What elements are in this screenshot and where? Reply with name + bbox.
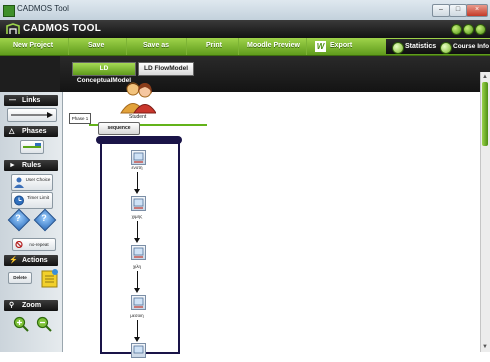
links-header[interactable]: — Links [4,95,58,106]
link-tool-button[interactable] [7,108,57,122]
course-info-icon[interactable] [440,42,452,54]
activity-icon [133,198,144,209]
menu-divider [126,38,127,55]
minimize-button[interactable]: – [432,4,450,17]
activity-icon [133,345,144,354]
flow-arrow-head [134,189,140,194]
rules-header[interactable]: ► Rules [4,160,58,171]
close-button[interactable]: × [466,4,488,17]
student-role-icon[interactable] [120,80,156,114]
flow-arrow-line [137,172,138,190]
actions-glyph-icon: ⚡ [9,257,18,264]
no-repeat-icon [15,241,23,248]
tab-ld-flow-model[interactable]: LD FlowModel [138,62,194,76]
note-icon[interactable] [41,268,59,288]
question-mark-icon: ? [15,213,21,223]
activity-node[interactable] [131,196,146,211]
actions-header[interactable]: ⚡ Actions [4,255,58,266]
export-button[interactable]: Export [330,42,352,49]
zoom-out-icon[interactable] [36,316,52,332]
export-w-icon[interactable]: W [315,41,326,52]
tab-band: LD ConceptualModel LD FlowModel [0,56,490,92]
user-choice-button[interactable]: User Choice [11,174,53,191]
activity-icon [133,247,144,258]
app-icon [3,5,15,17]
activity-node[interactable] [131,343,146,358]
moodle-preview-button[interactable]: Moodle Preview [247,42,300,49]
statistics-icon[interactable] [392,42,404,54]
flow-arrow-head [134,238,140,243]
maximize-button[interactable]: □ [449,4,467,17]
delete-button[interactable]: Delete [8,272,32,284]
green-dot-icon[interactable] [475,24,486,35]
flow-arrow-head [134,288,140,293]
save-as-button[interactable]: Save as [143,42,169,49]
timer-limit-button[interactable]: Timer Limit [11,192,53,209]
phase-line-icon [23,143,41,148]
green-dot-icon[interactable] [463,24,474,35]
menu-divider [186,38,187,55]
activity-node[interactable] [131,150,146,165]
activity-icon [133,152,144,163]
new-project-button[interactable]: New Project [13,42,53,49]
menu-divider [306,38,307,55]
link-arrow-icon [11,112,53,118]
rules-glyph-icon: ► [9,162,16,169]
zoom-glyph-icon: ⚲ [9,302,15,309]
phases-glyph-icon: △ [9,128,15,135]
flow-arrow-head [134,337,140,342]
cadmos-logo-icon [6,23,20,34]
phase-label-box[interactable]: Phase 1 [69,113,91,124]
app-brand: CADMOS TOOL [23,23,102,34]
activity-node[interactable] [131,295,146,310]
question-mark-icon: ? [41,213,47,223]
flow-arrow-line [137,320,138,338]
flow-arrow-line [137,221,138,239]
phase-tool-button[interactable] [20,140,44,154]
menu-divider [238,38,239,55]
save-button[interactable]: Save [88,42,104,49]
green-dot-icon[interactable] [451,24,462,35]
activity-label: μεσοιη [130,313,144,318]
activity-label: χιλη [132,264,142,269]
activity-node[interactable] [131,245,146,260]
print-button[interactable]: Print [206,42,222,49]
zoom-in-icon[interactable] [13,316,29,332]
role-label: Student [129,114,147,120]
statistics-button[interactable]: Statistics [405,43,436,50]
activity-icon [133,297,144,308]
scroll-up-icon[interactable]: ▲ [481,73,489,81]
sequence-label[interactable]: sequence [98,122,140,135]
app-header: CADMOS TOOL [0,20,490,38]
clock-icon [14,195,24,206]
scrollbar-thumb[interactable] [482,82,488,146]
activity-label: ενοτη [131,165,143,170]
no-repeat-button[interactable]: no-repeat [12,238,56,251]
tab-ld-conceptual-model[interactable]: LD ConceptualModel [72,62,136,84]
zoom-header[interactable]: ⚲ Zoom [4,300,58,311]
user-icon [14,177,24,188]
window-titlebar: CADMOS Tool – □ × [0,0,490,21]
course-info-button[interactable]: Course Info [453,43,489,50]
activity-label: χιμης [131,214,143,219]
scroll-down-icon[interactable]: ▼ [481,343,489,351]
window-title: CADMOS Tool [17,4,69,13]
phases-header[interactable]: △ Phases [4,126,58,137]
flow-arrow-line [137,271,138,289]
menu-divider [68,38,69,55]
links-glyph-icon: — [9,97,16,104]
